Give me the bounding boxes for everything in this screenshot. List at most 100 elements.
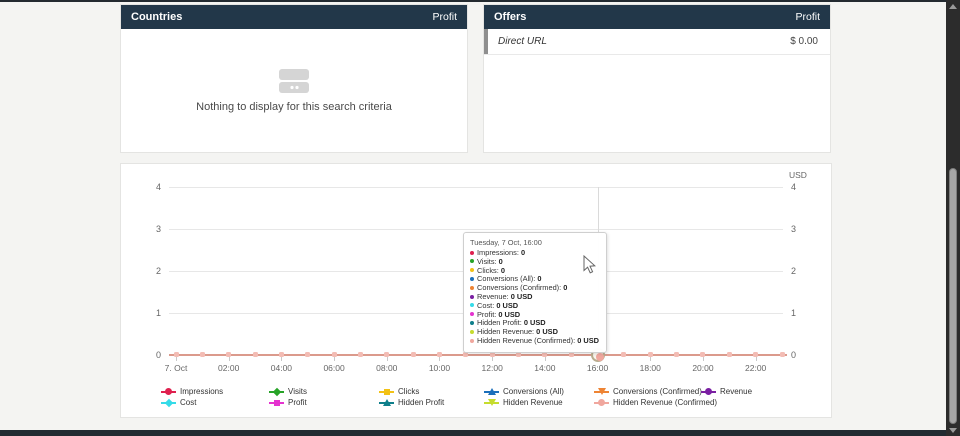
y-axis-right-label: 2	[791, 266, 815, 276]
y-gridline	[169, 187, 783, 188]
offer-row-direct-url[interactable]: Direct URL $ 0.00	[484, 29, 830, 55]
window-bottom-border	[0, 430, 960, 436]
x-axis-label: 16:00	[587, 363, 608, 373]
offer-name: Direct URL	[498, 36, 547, 47]
hovered-data-point-dot	[596, 353, 604, 361]
x-axis-label: 10:00	[429, 363, 450, 373]
legend-item-clicks[interactable]: Clicks	[379, 387, 419, 396]
data-point-marker	[674, 352, 679, 357]
legend-item-revenue[interactable]: Revenue	[701, 387, 752, 396]
data-point-marker	[621, 352, 626, 357]
legend-label: Impressions	[180, 387, 223, 396]
countries-widget: Countries Profit Nothing to display for …	[120, 4, 468, 153]
legend-item-cost[interactable]: Cost	[161, 398, 196, 407]
empty-state-message: Nothing to display for this search crite…	[196, 101, 392, 113]
x-axis-label: 7. Oct	[165, 363, 188, 373]
legend-marker-shape	[383, 399, 391, 406]
data-point-marker	[200, 352, 205, 357]
legend-marker-icon	[379, 387, 394, 396]
x-axis-label: 08:00	[376, 363, 397, 373]
tooltip-series-bullet-icon	[470, 330, 474, 334]
tooltip-metric-row: Hidden Revenue (Confirmed): 0 USD	[470, 337, 599, 346]
data-point-marker	[727, 352, 732, 357]
scrollbar-thumb[interactable]	[949, 168, 957, 424]
scroll-up-icon[interactable]	[949, 4, 957, 9]
y-axis-right-label: 1	[791, 308, 815, 318]
scroll-down-icon[interactable]	[949, 428, 957, 433]
legend-marker-icon	[379, 398, 394, 407]
data-point-marker	[279, 352, 284, 357]
legend-item-conversions-confirmed-[interactable]: Conversions (Confirmed)	[594, 387, 702, 396]
data-point-marker	[358, 352, 363, 357]
chart-plot-area: USD Tuesday, 7 Oct, 16:00 Impressions: 0…	[121, 164, 831, 417]
legend-item-hidden-profit[interactable]: Hidden Profit	[379, 398, 444, 407]
legend-marker-icon	[484, 398, 499, 407]
data-point-marker	[780, 352, 785, 357]
x-axis-label: 22:00	[745, 363, 766, 373]
x-axis-label: 02:00	[218, 363, 239, 373]
x-axis-label: 14:00	[534, 363, 555, 373]
legend-label: Revenue	[720, 387, 752, 396]
legend-marker-icon	[594, 387, 609, 396]
tooltip-series-bullet-icon	[470, 303, 474, 307]
offers-widget: Offers Profit Direct URL $ 0.00	[483, 4, 831, 153]
legend-item-impressions[interactable]: Impressions	[161, 387, 223, 396]
legend-marker-icon	[484, 387, 499, 396]
legend-marker-icon	[269, 398, 284, 407]
tooltip-series-bullet-icon	[470, 295, 474, 299]
legend-item-visits[interactable]: Visits	[269, 387, 307, 396]
tooltip-series-bullet-icon	[470, 277, 474, 281]
legend-marker-shape	[488, 388, 496, 395]
legend-item-profit[interactable]: Profit	[269, 398, 307, 407]
empty-list-icon	[277, 69, 311, 95]
countries-empty-state: Nothing to display for this search crite…	[121, 29, 467, 152]
y-axis-unit-label: USD	[789, 170, 807, 180]
data-point-marker	[332, 352, 337, 357]
countries-profit-column-header[interactable]: Profit	[432, 11, 457, 23]
y-axis-left-label: 2	[121, 266, 161, 276]
x-axis-label: 12:00	[482, 363, 503, 373]
vertical-scrollbar[interactable]	[946, 0, 960, 436]
offer-profit-value: $ 0.00	[790, 36, 818, 47]
x-axis-label: 04:00	[271, 363, 292, 373]
data-point-marker	[384, 352, 389, 357]
countries-title: Countries	[131, 11, 182, 23]
legend-marker-shape	[705, 388, 712, 395]
data-point-marker	[753, 352, 758, 357]
legend-label: Conversions (Confirmed)	[613, 387, 702, 396]
y-axis-left-label: 1	[121, 308, 161, 318]
legend-marker-shape	[272, 387, 280, 395]
tooltip-series-bullet-icon	[470, 251, 474, 255]
tooltip-series-bullet-icon	[470, 312, 474, 316]
chart-tooltip: Tuesday, 7 Oct, 16:00 Impressions: 0Visi…	[463, 232, 607, 353]
tooltip-title: Tuesday, 7 Oct, 16:00	[470, 238, 599, 247]
legend-label: Hidden Profit	[398, 398, 444, 407]
data-point-marker	[411, 352, 416, 357]
y-axis-left-label: 0	[121, 350, 161, 360]
tooltip-series-bullet-icon	[470, 339, 474, 343]
series-line	[169, 354, 787, 356]
legend-label: Hidden Revenue	[503, 398, 563, 407]
legend-label: Clicks	[398, 387, 419, 396]
legend-label: Hidden Revenue (Confirmed)	[613, 398, 717, 407]
legend-marker-icon	[269, 387, 284, 396]
x-axis-label: 18:00	[640, 363, 661, 373]
y-axis-right-label: 0	[791, 350, 815, 360]
data-point-marker	[437, 352, 442, 357]
legend-item-hidden-revenue-confirmed-[interactable]: Hidden Revenue (Confirmed)	[594, 398, 717, 407]
data-point-marker	[305, 352, 310, 357]
data-point-marker	[226, 352, 231, 357]
y-axis-right-label: 3	[791, 224, 815, 234]
offers-title: Offers	[494, 11, 526, 23]
x-axis-label: 06:00	[323, 363, 344, 373]
legend-item-conversions-all-[interactable]: Conversions (All)	[484, 387, 564, 396]
legend-marker-icon	[161, 387, 176, 396]
y-axis-left-label: 4	[121, 182, 161, 192]
countries-widget-header: Countries Profit	[121, 5, 467, 29]
legend-marker-icon	[701, 387, 716, 396]
y-axis-left-label: 3	[121, 224, 161, 234]
legend-item-hidden-revenue[interactable]: Hidden Revenue	[484, 398, 563, 407]
legend-marker-shape	[384, 389, 390, 395]
tooltip-series-bullet-icon	[470, 286, 474, 290]
offers-profit-column-header[interactable]: Profit	[795, 11, 820, 23]
